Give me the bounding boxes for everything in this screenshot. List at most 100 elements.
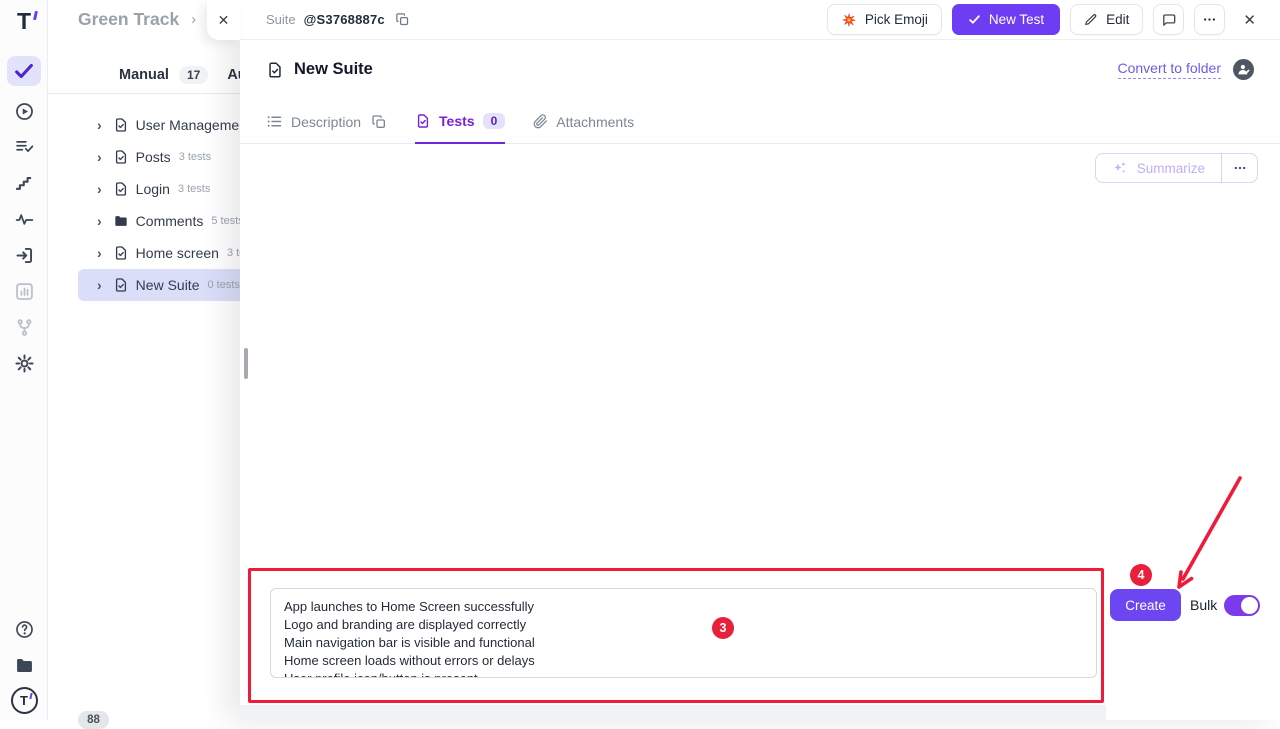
user-check-icon bbox=[1236, 62, 1251, 77]
stairs-icon bbox=[14, 173, 34, 193]
pencil-icon bbox=[1084, 13, 1098, 27]
tests-count-badge: 0 bbox=[483, 113, 506, 129]
summarize-label: Summarize bbox=[1137, 161, 1205, 176]
create-button[interactable]: Create bbox=[1110, 589, 1181, 621]
suite-file-icon bbox=[113, 149, 129, 165]
tab-attachments-label: Attachments bbox=[556, 114, 634, 130]
backdrop-strip bbox=[240, 705, 1106, 720]
nav-projects[interactable] bbox=[0, 650, 48, 680]
close-drawer-icon[interactable]: ✕ bbox=[1243, 11, 1256, 29]
summarize-button[interactable]: Summarize bbox=[1096, 154, 1221, 182]
nav-steps[interactable] bbox=[0, 168, 48, 198]
comments-button[interactable] bbox=[1153, 4, 1184, 35]
tab-description[interactable]: Description bbox=[266, 113, 387, 143]
tab-tests[interactable]: Tests 0 bbox=[415, 113, 505, 144]
play-circle-icon bbox=[14, 101, 35, 122]
tab-tests-label: Tests bbox=[439, 113, 475, 129]
ellipsis-icon bbox=[1233, 161, 1247, 175]
tree-item-label: Posts bbox=[136, 149, 171, 165]
check-icon bbox=[13, 60, 35, 82]
list-check-icon bbox=[14, 137, 35, 158]
gear-icon bbox=[14, 353, 35, 374]
collision-emoji-icon bbox=[841, 12, 857, 28]
suite-file-icon bbox=[113, 117, 129, 133]
pick-emoji-button[interactable]: Pick Emoji bbox=[827, 4, 942, 35]
project-breadcrumb[interactable]: Green Track bbox=[78, 9, 179, 30]
copy-id-icon[interactable] bbox=[395, 12, 410, 27]
chevron-right-icon[interactable]: › bbox=[97, 182, 102, 196]
scrollbar-thumb[interactable] bbox=[244, 348, 248, 379]
tree-item-count: 5 tests bbox=[211, 215, 243, 227]
tree-item-label: User Management bbox=[136, 117, 251, 133]
paperclip-icon bbox=[533, 114, 548, 129]
close-icon: ✕ bbox=[218, 12, 230, 29]
tree-item-label: Home screen bbox=[136, 245, 219, 261]
icon-rail: T T bbox=[0, 0, 48, 720]
manual-count-badge: 17 bbox=[179, 66, 208, 84]
bulk-toggle[interactable] bbox=[1224, 595, 1260, 616]
copy-description-icon[interactable] bbox=[371, 114, 387, 130]
chat-bubble-icon bbox=[1161, 12, 1177, 28]
drawer-close-button[interactable]: ✕ bbox=[207, 0, 240, 40]
suite-id: @S3768887c bbox=[304, 12, 385, 27]
suite-file-icon bbox=[113, 245, 129, 261]
chevron-right-icon[interactable]: › bbox=[97, 150, 102, 164]
nav-analytics[interactable] bbox=[0, 204, 48, 234]
tab-attachments[interactable]: Attachments bbox=[533, 113, 634, 143]
nav-branches[interactable] bbox=[0, 312, 48, 342]
more-actions-button[interactable] bbox=[1194, 4, 1225, 35]
nav-help[interactable] bbox=[0, 614, 48, 644]
convert-to-folder-link[interactable]: Convert to folder bbox=[1118, 60, 1222, 79]
tree-item-count: 3 tests bbox=[179, 151, 211, 163]
assignee-avatar[interactable] bbox=[1233, 59, 1254, 80]
suite-file-icon bbox=[415, 113, 431, 129]
sparkles-icon bbox=[1112, 160, 1128, 176]
drawer-tabs: Description Tests 0 Attachments bbox=[240, 113, 1280, 144]
chevron-right-icon[interactable]: › bbox=[97, 214, 102, 228]
chevron-right-icon[interactable]: › bbox=[97, 246, 102, 260]
sign-in-icon bbox=[14, 245, 35, 266]
summarize-more-button[interactable] bbox=[1221, 154, 1257, 182]
suite-file-icon bbox=[266, 61, 284, 79]
nav-reports[interactable] bbox=[0, 276, 48, 306]
suite-drawer: ✕ Suite @S3768887c Pick Emoji New Test E… bbox=[240, 0, 1280, 720]
suite-file-icon bbox=[113, 181, 129, 197]
tree-item-count: 3 tests bbox=[178, 183, 210, 195]
suites-panel: Green Track › Manual 17 Automated › User… bbox=[48, 0, 248, 720]
nav-plans[interactable] bbox=[0, 132, 48, 162]
edit-button[interactable]: Edit bbox=[1070, 4, 1143, 35]
help-icon bbox=[14, 619, 35, 640]
toggle-knob bbox=[1241, 597, 1258, 614]
nav-import[interactable] bbox=[0, 240, 48, 270]
tree-item-label: New Suite bbox=[136, 277, 200, 293]
drawer-topbar: Suite @S3768887c Pick Emoji New Test Edi… bbox=[240, 0, 1280, 40]
list-icon bbox=[266, 113, 283, 130]
bottom-badge[interactable]: 88 bbox=[78, 711, 109, 729]
annotation-step-4: 4 bbox=[1130, 564, 1152, 586]
pulse-icon bbox=[14, 209, 35, 230]
summarize-split-button: Summarize bbox=[1095, 153, 1258, 183]
nav-tests-active[interactable] bbox=[7, 56, 41, 86]
chevron-right-icon[interactable]: › bbox=[97, 118, 102, 132]
tree-item-label: Comments bbox=[136, 213, 204, 229]
bulk-tests-input[interactable]: App launches to Home Screen successfully… bbox=[270, 588, 1097, 678]
git-branch-icon bbox=[14, 317, 35, 338]
chevron-right-icon[interactable]: › bbox=[97, 278, 102, 292]
new-test-label: New Test bbox=[989, 12, 1044, 27]
pick-emoji-label: Pick Emoji bbox=[865, 12, 928, 27]
tree-item-label: Login bbox=[136, 181, 170, 197]
nav-settings[interactable] bbox=[0, 348, 48, 378]
check-icon bbox=[968, 13, 981, 26]
entity-type-label: Suite bbox=[266, 12, 296, 27]
new-test-button[interactable]: New Test bbox=[952, 4, 1060, 35]
folder-icon bbox=[14, 655, 35, 676]
bar-chart-icon bbox=[14, 281, 35, 302]
folder-icon bbox=[113, 213, 129, 229]
bulk-toggle-label: Bulk bbox=[1190, 597, 1217, 613]
nav-runs[interactable] bbox=[0, 96, 48, 126]
suite-file-icon bbox=[113, 277, 129, 293]
workspace-logo[interactable]: T bbox=[0, 685, 48, 715]
app-logo[interactable]: T bbox=[0, 6, 48, 36]
tab-manual[interactable]: Manual bbox=[119, 67, 169, 83]
edit-label: Edit bbox=[1106, 12, 1129, 27]
